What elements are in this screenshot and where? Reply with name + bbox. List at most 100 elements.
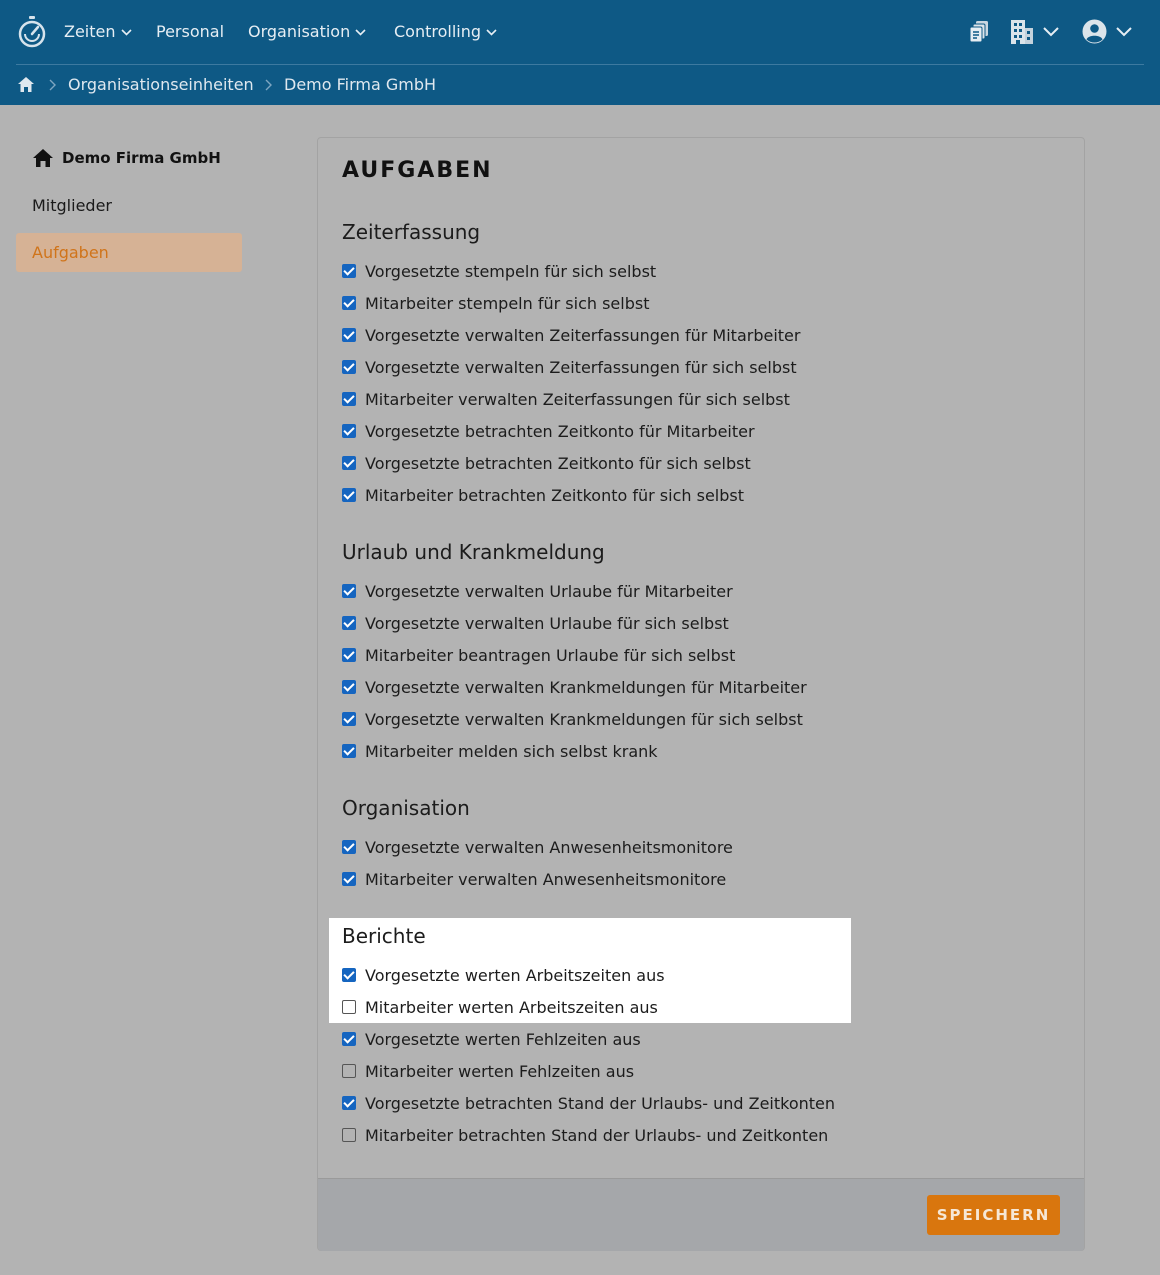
checkbox-label: Mitarbeiter werten Arbeitszeiten aus <box>365 997 658 1017</box>
chevron-down-icon <box>355 28 366 36</box>
task-checkbox-row[interactable]: Mitarbeiter stempeln für sich selbst <box>342 292 649 314</box>
checkbox[interactable] <box>342 968 356 982</box>
task-checkbox-row[interactable]: Mitarbeiter betrachten Zeitkonto für sic… <box>342 484 744 506</box>
task-checkbox-row[interactable]: Vorgesetzte werten Arbeitszeiten aus <box>342 964 665 986</box>
checkbox-label: Mitarbeiter betrachten Stand der Urlaubs… <box>365 1125 829 1145</box>
task-checkbox-row[interactable]: Vorgesetzte betrachten Zeitkonto für Mit… <box>342 420 755 442</box>
page-title: AUFGABEN <box>342 158 493 183</box>
user-menu[interactable] <box>1082 19 1133 44</box>
checkbox-label: Mitarbeiter beantragen Urlaube für sich … <box>365 645 736 665</box>
task-checkbox-row[interactable]: Vorgesetzte verwalten Zeiterfassungen fü… <box>342 324 800 346</box>
checkbox-label: Mitarbeiter betrachten Zeitkonto für sic… <box>365 485 744 505</box>
task-checkbox-row[interactable]: Vorgesetzte verwalten Urlaube für Mitarb… <box>342 580 733 602</box>
checkbox-label: Mitarbeiter melden sich selbst krank <box>365 741 658 761</box>
checkbox[interactable] <box>342 1096 356 1110</box>
home-icon <box>33 149 53 167</box>
task-checkbox-row[interactable]: Mitarbeiter werten Fehlzeiten aus <box>342 1060 634 1082</box>
checkbox[interactable] <box>342 744 356 758</box>
section-title-zeiterfassung: Zeiterfassung <box>342 220 481 244</box>
task-checkbox-row[interactable]: Vorgesetzte stempeln für sich selbst <box>342 260 656 282</box>
checkbox[interactable] <box>342 360 356 374</box>
task-checkbox-row[interactable]: Vorgesetzte verwalten Krankmeldungen für… <box>342 708 803 730</box>
checkbox-label: Vorgesetzte betrachten Zeitkonto für sic… <box>365 453 751 473</box>
task-checkbox-row[interactable]: Vorgesetzte verwalten Krankmeldungen für… <box>342 676 807 698</box>
top-navigation: Zeiten Personal Organisation Controlling <box>0 0 1160 105</box>
checkbox-label: Vorgesetzte werten Arbeitszeiten aus <box>365 965 665 985</box>
breadcrumb-demo-firma[interactable]: Demo Firma GmbH <box>284 75 436 95</box>
nav-controlling[interactable]: Controlling <box>394 20 497 44</box>
nav-organisation-label: Organisation <box>248 22 351 41</box>
nav-personal[interactable]: Personal <box>156 20 224 44</box>
sidebar-item-mitglieder[interactable]: Mitglieder <box>16 186 242 225</box>
stopwatch-logo-icon[interactable] <box>16 15 48 49</box>
task-checkbox-row[interactable]: Vorgesetzte verwalten Anwesenheitsmonito… <box>342 836 733 858</box>
checkbox-label: Mitarbeiter verwalten Anwesenheitsmonito… <box>365 869 727 889</box>
checkbox-label: Vorgesetzte verwalten Krankmeldungen für… <box>365 677 807 697</box>
checkbox[interactable] <box>342 680 356 694</box>
checkbox[interactable] <box>342 264 356 278</box>
breadcrumb: Organisationseinheiten Demo Firma GmbH <box>0 65 1160 105</box>
task-checkbox-row[interactable]: Mitarbeiter verwalten Anwesenheitsmonito… <box>342 868 726 890</box>
nav-row: Zeiten Personal Organisation Controlling <box>0 0 1160 64</box>
task-checkbox-row[interactable]: Vorgesetzte verwalten Urlaube für sich s… <box>342 612 729 634</box>
checkbox[interactable] <box>342 1000 356 1014</box>
checkbox[interactable] <box>342 712 356 726</box>
save-button[interactable]: SPEICHERN <box>927 1195 1060 1235</box>
aufgaben-card: AUFGABEN Zeiterfassung Vorgesetzte stemp… <box>317 137 1085 1251</box>
home-icon[interactable] <box>17 76 35 93</box>
checkbox[interactable] <box>342 584 356 598</box>
checkbox-label: Vorgesetzte betrachten Stand der Urlaubs… <box>365 1093 836 1113</box>
user-circle-icon <box>1082 19 1107 44</box>
checkbox[interactable] <box>342 616 356 630</box>
nav-personal-label: Personal <box>156 22 225 41</box>
documents-icon[interactable] <box>968 20 990 44</box>
checkbox-label: Vorgesetzte betrachten Zeitkonto für Mit… <box>365 421 755 441</box>
checkbox-label: Vorgesetzte verwalten Urlaube für Mitarb… <box>365 581 733 601</box>
task-checkbox-row[interactable]: Mitarbeiter werten Arbeitszeiten aus <box>342 996 658 1018</box>
chevron-right-icon <box>49 79 56 91</box>
building-menu[interactable] <box>1010 18 1060 46</box>
checkbox-label: Vorgesetzte stempeln für sich selbst <box>365 261 657 281</box>
task-checkbox-row[interactable]: Mitarbeiter verwalten Zeiterfassungen fü… <box>342 388 790 410</box>
section-title-urlaub: Urlaub und Krankmeldung <box>342 540 605 564</box>
checkbox[interactable] <box>342 424 356 438</box>
checkbox[interactable] <box>342 296 356 310</box>
nav-zeiten[interactable]: Zeiten <box>64 20 132 44</box>
checkbox[interactable] <box>342 1032 356 1046</box>
task-checkbox-row[interactable]: Vorgesetzte werten Fehlzeiten aus <box>342 1028 641 1050</box>
sidebar-title[interactable]: Demo Firma GmbH <box>32 145 221 171</box>
task-checkbox-row[interactable]: Mitarbeiter betrachten Stand der Urlaubs… <box>342 1124 828 1146</box>
chevron-down-icon <box>120 28 132 36</box>
section-title-berichte: Berichte <box>342 924 426 948</box>
sidebar-title-label: Demo Firma GmbH <box>62 149 221 167</box>
checkbox[interactable] <box>342 392 356 406</box>
chevron-down-icon <box>1116 26 1132 36</box>
checkbox-label: Mitarbeiter werten Fehlzeiten aus <box>365 1061 635 1081</box>
section-title-organisation: Organisation <box>342 796 470 820</box>
task-checkbox-row[interactable]: Mitarbeiter beantragen Urlaube für sich … <box>342 644 735 666</box>
task-checkbox-row[interactable]: Vorgesetzte verwalten Zeiterfassungen fü… <box>342 356 797 378</box>
nav-zeiten-label: Zeiten <box>64 22 116 41</box>
chevron-right-icon <box>265 79 272 91</box>
breadcrumb-organisationseinheiten[interactable]: Organisationseinheiten <box>68 75 254 95</box>
card-footer: SPEICHERN <box>318 1178 1084 1251</box>
checkbox[interactable] <box>342 872 356 886</box>
task-checkbox-row[interactable]: Mitarbeiter melden sich selbst krank <box>342 740 658 762</box>
task-checkbox-row[interactable]: Vorgesetzte betrachten Stand der Urlaubs… <box>342 1092 835 1114</box>
checkbox-label: Vorgesetzte verwalten Urlaube für sich s… <box>365 613 729 633</box>
checkbox[interactable] <box>342 328 356 342</box>
checkbox[interactable] <box>342 1128 356 1142</box>
checkbox[interactable] <box>342 840 356 854</box>
building-icon <box>1011 20 1033 44</box>
checkbox-label: Mitarbeiter stempeln für sich selbst <box>365 293 650 313</box>
checkbox[interactable] <box>342 648 356 662</box>
checkbox-label: Vorgesetzte werten Fehlzeiten aus <box>365 1029 641 1049</box>
chevron-down-icon <box>486 28 497 36</box>
task-checkbox-row[interactable]: Vorgesetzte betrachten Zeitkonto für sic… <box>342 452 751 474</box>
checkbox[interactable] <box>342 456 356 470</box>
sidebar-item-aufgaben[interactable]: Aufgaben <box>16 233 242 272</box>
checkbox[interactable] <box>342 1064 356 1078</box>
checkbox-label: Mitarbeiter verwalten Zeiterfassungen fü… <box>365 389 790 409</box>
nav-organisation[interactable]: Organisation <box>248 20 366 44</box>
checkbox[interactable] <box>342 488 356 502</box>
